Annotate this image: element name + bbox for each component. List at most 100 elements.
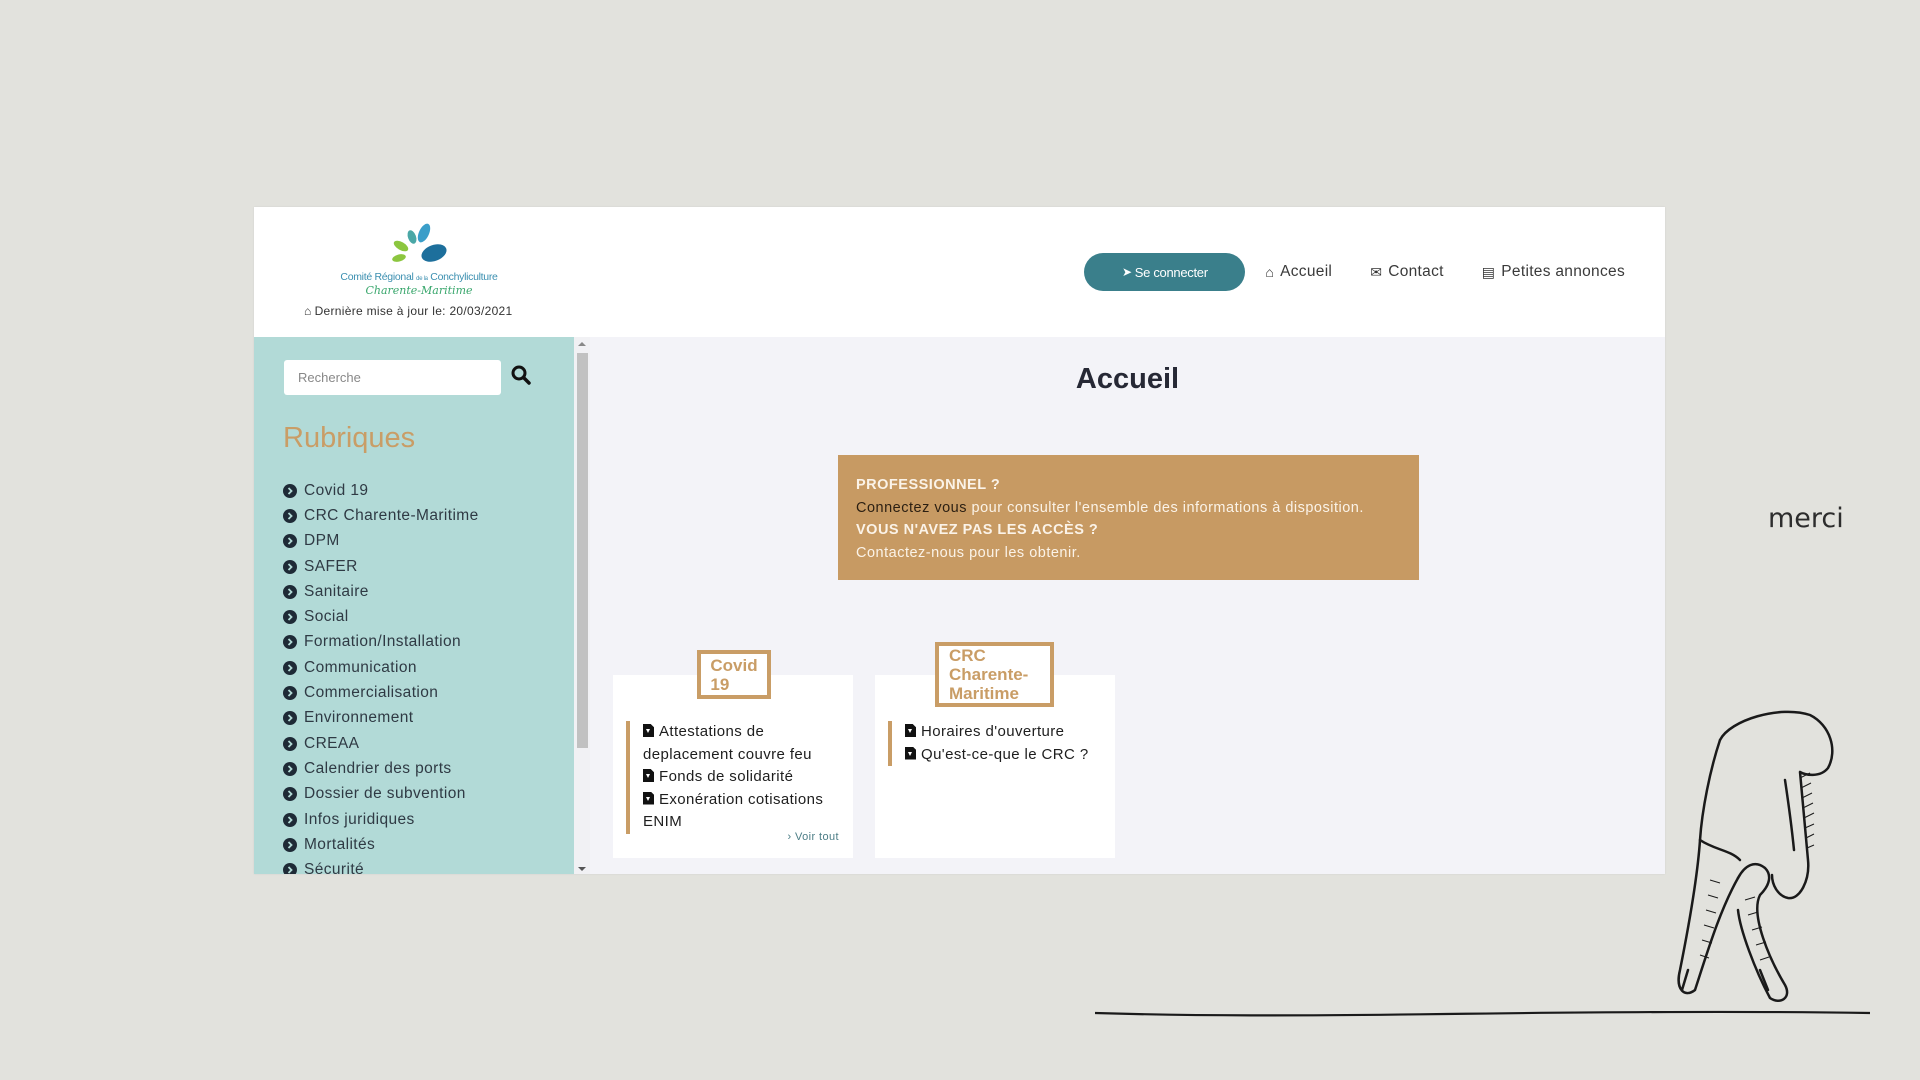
sidebar-item-label: Sanitaire [304, 582, 369, 600]
login-promo-box: PROFESSIONNEL ? Connectez vous pour cons… [838, 455, 1419, 580]
sidebar-item[interactable]: Covid 19 [283, 478, 479, 503]
home-icon: ⌂ [304, 304, 312, 318]
sidebar-item[interactable]: Mortalités [283, 832, 479, 857]
sidebar-scrollbar[interactable] [574, 337, 590, 874]
chevron-circle-right-icon [283, 686, 297, 701]
sidebar-item[interactable]: Calendrier des ports [283, 756, 479, 781]
chevron-circle-right-icon [283, 584, 297, 599]
file-download-icon [643, 791, 654, 805]
sidebar-item-label: Communication [304, 658, 417, 676]
search-input[interactable] [284, 360, 501, 395]
sidebar-item[interactable]: Communication [283, 655, 479, 680]
document-link[interactable]: Attestations de deplacement couvre feu [643, 721, 846, 766]
sidebar-item-label: CREAA [304, 734, 360, 752]
sidebar-item-label: Sécurité [304, 861, 365, 874]
sidebar-item[interactable]: Dossier de subvention [283, 782, 479, 807]
document-title: Fonds de solidarité [659, 768, 794, 785]
category-card-covid: Covid 19 Attestations de deplacement cou… [613, 650, 853, 858]
chevron-circle-right-icon [283, 736, 297, 751]
document-link[interactable]: Horaires d'ouverture [905, 721, 1108, 744]
file-download-icon [905, 724, 916, 737]
promo-question-access: VOUS N'AVEZ PAS LES ACCÈS ? [856, 522, 1099, 538]
newspaper-icon: ▤ [1481, 263, 1496, 280]
sidebar: Rubriques Covid 19 CRC Charente-Maritime D… [254, 337, 574, 874]
card-title-badge[interactable]: Covid 19 [697, 650, 771, 699]
sidebar-item-label: Mortalités [304, 835, 376, 853]
sidebar-item-label: Formation/Installation [304, 633, 461, 651]
sidebar-item[interactable]: Sécurité [283, 857, 479, 874]
rubrique-list: Covid 19 CRC Charente-Maritime DPM SAFER San… [283, 478, 479, 874]
sidebar-item-label: Dossier de subvention [304, 785, 466, 803]
envelope-icon: ✉ [1370, 263, 1383, 280]
sidebar-item[interactable]: CREAA [283, 731, 479, 756]
sidebar-item[interactable]: CRC Charente-Maritime [283, 503, 479, 528]
site-header: Comité Régional de la Conchyliculture Ch… [254, 207, 1665, 337]
see-all-link[interactable]: › Voir tout [788, 831, 840, 843]
chevron-circle-right-icon [283, 863, 297, 874]
sidebar-item-label: Commercialisation [304, 684, 439, 702]
chevron-circle-right-icon [283, 812, 297, 827]
site-logo[interactable]: Comité Régional de la Conchyliculture Ch… [324, 222, 514, 312]
nav-link-label: Contact [1388, 263, 1444, 280]
sidebar-item[interactable]: Commercialisation [283, 680, 479, 705]
chevron-circle-right-icon [283, 534, 297, 549]
document-link[interactable]: Qu'est-ce-que le CRC ? [905, 744, 1108, 767]
logo-text-small: de la [416, 276, 428, 282]
sidebar-item-label: Covid 19 [304, 481, 369, 499]
page-title-text: Accueil [1075, 363, 1180, 395]
file-download-icon [643, 769, 654, 782]
promo-connect-rest: pour consulter l'ensemble des informatio… [966, 499, 1364, 516]
sidebar-item[interactable]: Sanitaire [283, 579, 479, 604]
sign-in-icon: ➤ [1121, 265, 1132, 279]
promo-connect-line: Connectez vous pour consulter l'ensemble… [856, 497, 1401, 520]
document-list: Attestations de deplacement couvre feu F… [626, 721, 846, 834]
login-button[interactable]: ➤ Se connecter [1084, 253, 1246, 291]
chevron-circle-right-icon [283, 483, 297, 498]
document-title: Exonération cotisations ENIM [643, 790, 824, 831]
sidebar-item-label: CRC Charente-Maritime [304, 506, 479, 524]
document-title: Horaires d'ouverture [921, 723, 1065, 740]
search-button[interactable] [510, 364, 536, 390]
sidebar-item[interactable]: Infos juridiques [283, 807, 479, 832]
chevron-circle-right-icon [283, 559, 297, 574]
logo-text-a: Comité Régional [340, 271, 414, 283]
chevron-circle-right-icon [283, 660, 297, 675]
document-title: Attestations de deplacement couvre feu [643, 723, 812, 763]
chevron-circle-right-icon [283, 711, 297, 726]
document-link[interactable]: Fonds de solidarité [643, 766, 846, 789]
chevron-circle-right-icon [283, 508, 297, 523]
scroll-up-arrow-icon[interactable] [578, 342, 586, 346]
promo-contact-link[interactable]: Contactez-nous pour les obtenir. [856, 545, 1081, 561]
last-update-text: Dernière mise à jour le: 20/03/2021 [314, 304, 513, 318]
chevron-circle-right-icon [283, 837, 297, 852]
rubriques-heading: Rubriques [283, 422, 416, 454]
nav-link-label: Petites annonces [1501, 263, 1625, 280]
sidebar-item-label: Infos juridiques [304, 810, 415, 828]
sidebar-item[interactable]: Environnement [283, 706, 479, 731]
sidebar-item-label: DPM [304, 532, 340, 550]
login-button-label: Se connecter [1134, 264, 1208, 280]
card-title-badge[interactable]: CRC Charente-Maritime [935, 642, 1054, 707]
nav-link-accueil[interactable]: ⌂ Accueil [1265, 263, 1332, 281]
slide-caption: merci [1768, 503, 1844, 534]
scroll-down-arrow-icon[interactable] [578, 867, 586, 871]
last-update: ⌂ Dernière mise à jour le: 20/03/2021 [304, 304, 513, 318]
ground-line [1095, 1010, 1871, 1017]
sidebar-item[interactable]: Social [283, 604, 479, 629]
promo-contact-line: Contactez-nous pour les obtenir. [856, 542, 1401, 565]
promo-question-professional: PROFESSIONNEL ? [856, 477, 1001, 493]
sidebar-item[interactable]: SAFER [283, 554, 479, 579]
nav-link-petites-annonces[interactable]: ▤ Petites annonces [1482, 263, 1625, 281]
scroll-thumb[interactable] [577, 353, 588, 748]
chevron-circle-right-icon [283, 787, 297, 802]
promo-connect-link[interactable]: Connectez vous [856, 500, 967, 516]
document-title: Qu'est-ce-que le CRC ? [921, 745, 1089, 763]
sidebar-item[interactable]: DPM [283, 529, 479, 554]
see-all-label: Voir tout [795, 831, 839, 843]
page-title: Accueil [590, 363, 1665, 396]
document-link[interactable]: Exonération cotisations ENIM [643, 789, 846, 834]
logo-region: Charente-Maritime [365, 284, 473, 297]
sidebar-item[interactable]: Formation/Installation [283, 630, 479, 655]
nav-link-contact[interactable]: ✉ Contact [1370, 263, 1444, 281]
top-nav: ➤ Se connecter ⌂ Accueil ✉ Contact ▤ Petites… [1084, 253, 1625, 291]
